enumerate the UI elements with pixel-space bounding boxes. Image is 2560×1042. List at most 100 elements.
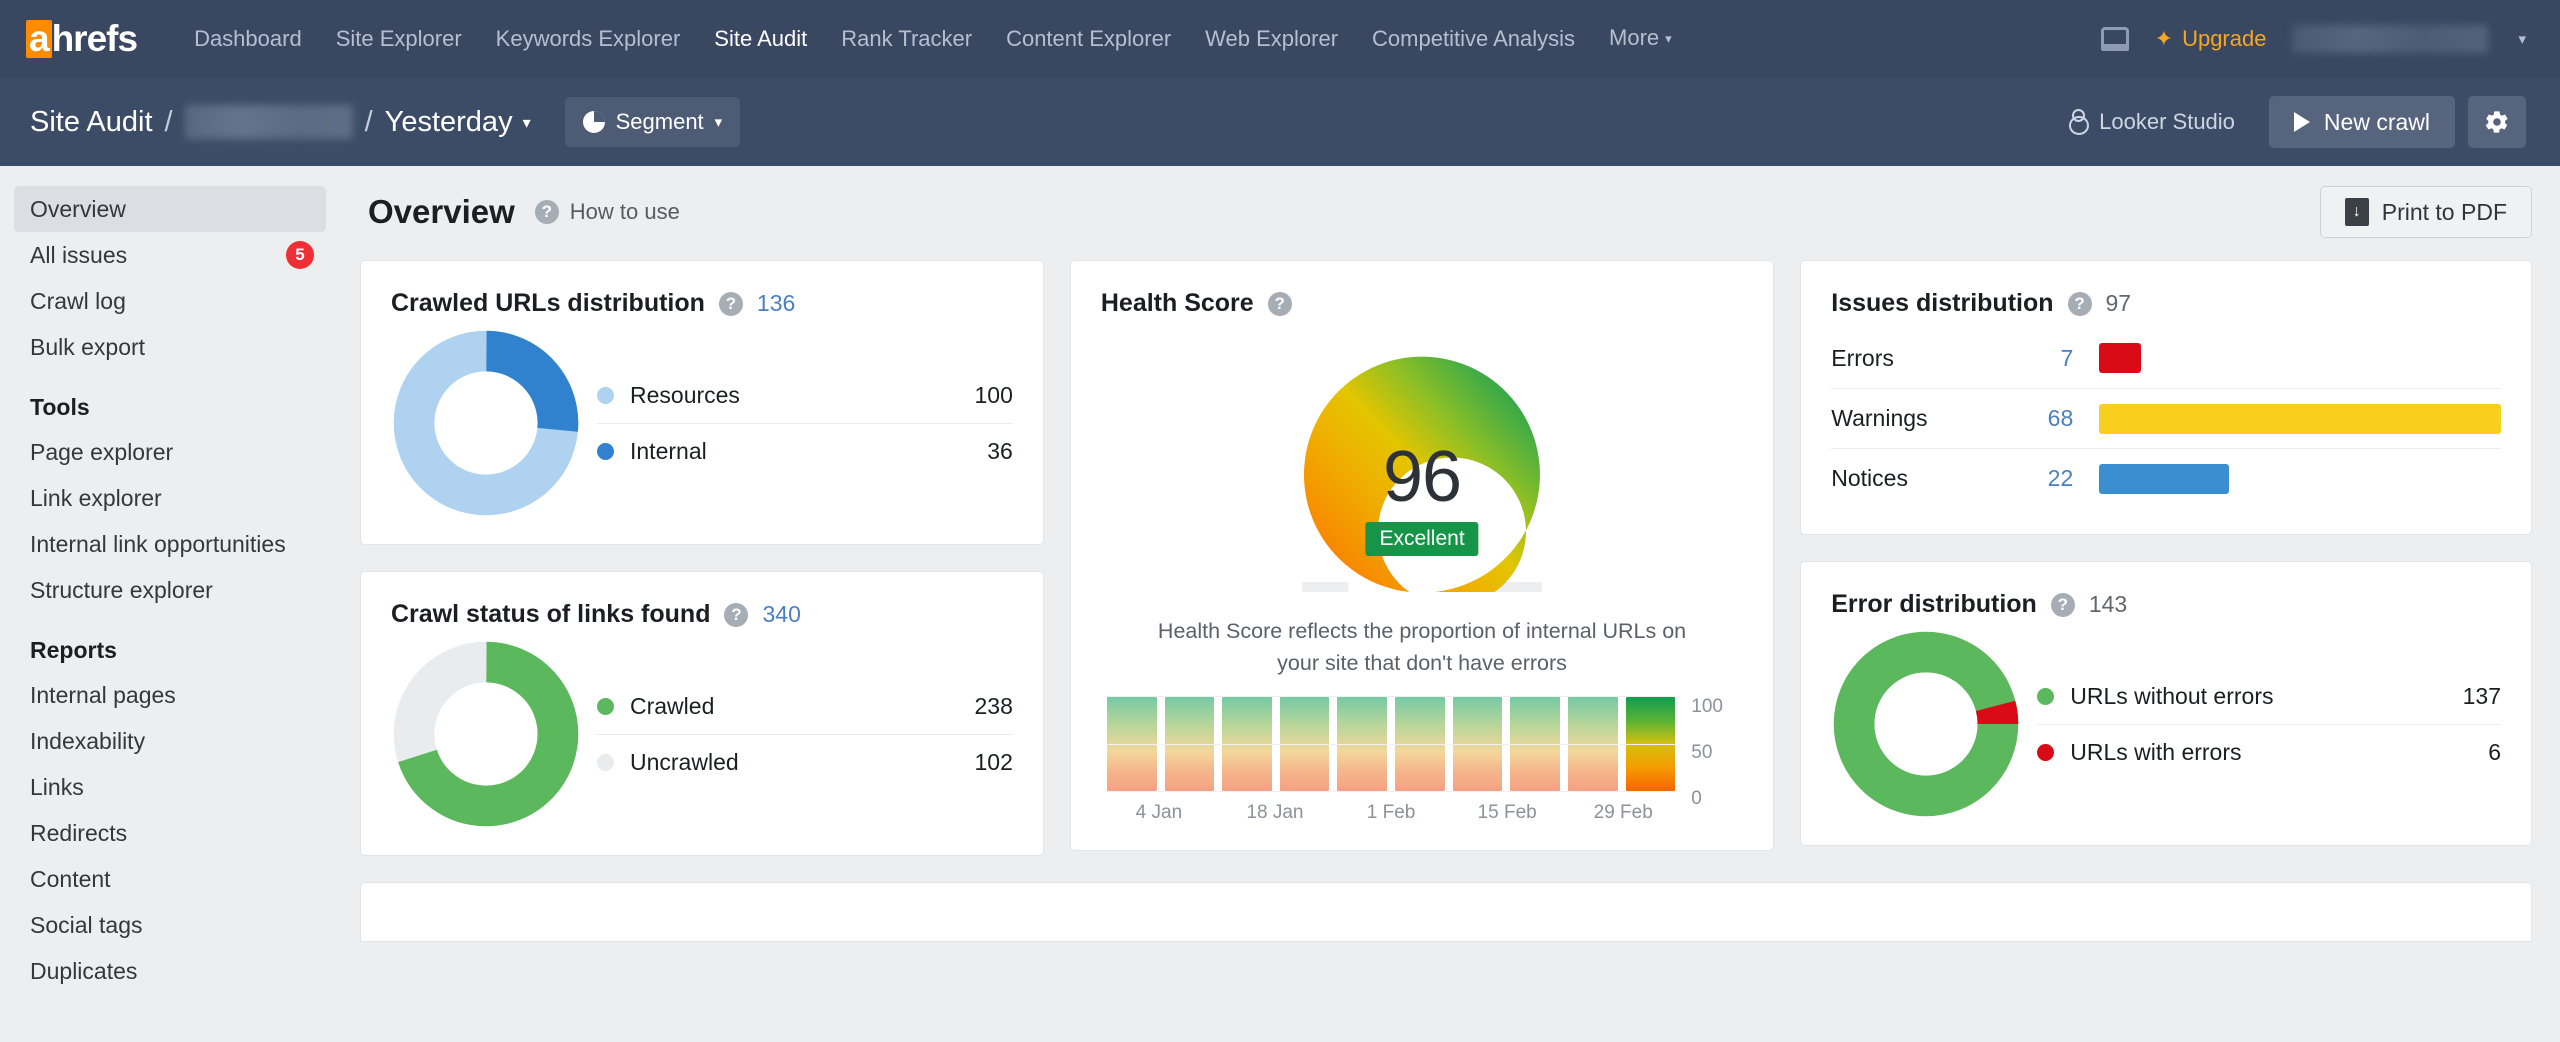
nav-link-dashboard[interactable]: Dashboard [177, 0, 319, 78]
issue-bar-track [2099, 463, 2501, 494]
main-header-row: Overview ? How to use ↓ Print to PDF [360, 186, 2532, 238]
date-label: Yesterday [384, 105, 513, 138]
sidebar-item-page-explorer[interactable]: Page explorer [0, 429, 340, 475]
health-score-value: 96 [1383, 437, 1462, 517]
history-bar[interactable] [1452, 696, 1503, 791]
help-icon[interactable]: ? [2067, 291, 2092, 316]
card-total-count: 97 [2105, 290, 2132, 316]
help-icon[interactable]: ? [2050, 592, 2075, 617]
nav-link-keywords-explorer[interactable]: Keywords Explorer [479, 0, 698, 78]
help-icon[interactable]: ? [1267, 291, 1292, 316]
nav-link-site-explorer[interactable]: Site Explorer [319, 0, 479, 78]
history-bar[interactable] [1164, 696, 1215, 791]
issue-row: Errors 7 [1831, 328, 2501, 388]
print-to-pdf-button[interactable]: ↓ Print to PDF [2319, 186, 2532, 238]
logo-accent-letter: a [26, 20, 52, 59]
history-bar[interactable] [1106, 696, 1157, 791]
legend-value: 6 [2488, 739, 2501, 765]
nav-link-more[interactable]: More ▾ [1592, 0, 1689, 80]
issue-value[interactable]: 68 [2001, 405, 2074, 432]
history-bar[interactable] [1510, 696, 1560, 791]
sidebar-item-internal-pages[interactable]: Internal pages [0, 672, 340, 718]
upgrade-button[interactable]: ✦ Upgrade [2155, 26, 2267, 52]
how-to-use-label: How to use [569, 199, 680, 224]
sidebar-item-overview[interactable]: Overview [14, 186, 326, 232]
breadcrumb-root[interactable]: Site Audit [30, 106, 153, 139]
nav-link-competitive-analysis[interactable]: Competitive Analysis [1355, 0, 1592, 78]
issue-row: Warnings 68 [1831, 388, 2501, 448]
history-bar[interactable] [1279, 696, 1330, 791]
sidebar-item-links[interactable]: Links [0, 764, 340, 810]
card-total-count[interactable]: 340 [762, 601, 800, 628]
sidebar-item-all-issues[interactable]: All issues 5 [0, 232, 340, 278]
legend-color-swatch [2037, 744, 2055, 761]
sidebar-item-duplicates[interactable]: Duplicates [0, 948, 340, 994]
sidebar-item-redirects[interactable]: Redirects [0, 810, 340, 856]
nav-link-content-explorer[interactable]: Content Explorer [989, 0, 1188, 78]
sidebar-item-internal-link-opportunities[interactable]: Internal link opportunities [0, 521, 340, 567]
issue-value[interactable]: 22 [2001, 465, 2074, 492]
y-axis-tick: 100 [1691, 695, 1723, 717]
card-header: Crawled URLs distribution ? 136 [391, 289, 1013, 318]
screen-icon[interactable] [2100, 27, 2129, 51]
legend-item: URLs with errors 6 [2037, 724, 2501, 780]
history-bar[interactable] [1567, 696, 1618, 791]
help-icon[interactable]: ? [718, 291, 743, 316]
sidebar-item-structure-explorer[interactable]: Structure explorer [0, 567, 340, 613]
sidebar-heading-tools: Tools [30, 394, 90, 420]
card-header: Error distribution ? 143 [1831, 590, 2501, 619]
ahrefs-logo[interactable]: a hrefs [26, 18, 138, 60]
looker-studio-button[interactable]: Looker Studio [2069, 109, 2235, 135]
card-title: Error distribution [1831, 590, 2037, 618]
donut-and-legend: Resources 100 Internal 36 [391, 328, 1013, 518]
breadcrumb-project-redacted[interactable] [184, 105, 353, 139]
help-icon[interactable]: ? [724, 602, 749, 627]
segment-button[interactable]: Segment ▾ [564, 97, 741, 147]
new-crawl-button[interactable]: New crawl [2268, 96, 2455, 148]
history-bar[interactable] [1222, 696, 1272, 791]
nav-link-rank-tracker[interactable]: Rank Tracker [824, 0, 989, 78]
chevron-down-icon[interactable]: ▾ [2518, 30, 2526, 48]
nav-link-site-audit[interactable]: Site Audit [697, 0, 824, 78]
history-bar[interactable] [1625, 696, 1676, 791]
new-crawl-label: New crawl [2323, 108, 2430, 135]
account-name-redacted[interactable] [2292, 25, 2489, 53]
issue-bar[interactable] [2099, 343, 2141, 373]
issue-label: Notices [1831, 465, 1908, 491]
settings-button[interactable] [2468, 96, 2526, 148]
donut-and-legend: Crawled 238 Uncrawled 102 [391, 639, 1013, 829]
issue-value[interactable]: 7 [2001, 345, 2073, 372]
date-selector[interactable]: Yesterday ▾ [385, 106, 531, 139]
nav-link-web-explorer[interactable]: Web Explorer [1188, 0, 1355, 78]
sidebar-item-link-explorer[interactable]: Link explorer [0, 475, 340, 521]
sidebar-item-bulk-export[interactable]: Bulk export [0, 324, 340, 370]
sidebar-item-crawl-log[interactable]: Crawl log [0, 278, 340, 324]
sidebar-item-label: Content [30, 865, 111, 892]
sidebar-item-indexability[interactable]: Indexability [0, 718, 340, 764]
history-bar[interactable] [1337, 696, 1388, 791]
card-total-count[interactable]: 136 [757, 290, 795, 317]
sidebar-item-label: Duplicates [30, 957, 138, 984]
legend-value: 238 [974, 692, 1013, 719]
upgrade-label: Upgrade [2182, 26, 2267, 51]
y-axis-tick: 0 [1691, 787, 1702, 809]
y-axis-tick: 50 [1691, 741, 1713, 763]
legend: Crawled 238 Uncrawled 102 [597, 678, 1013, 790]
crawled-urls-donut-chart [393, 330, 579, 516]
issues-distribution-card: Issues distribution ? 97 Errors 7 Warnings… [1800, 260, 2532, 535]
sidebar-item-content[interactable]: Content [0, 856, 340, 902]
issue-bar[interactable] [2099, 463, 2230, 494]
card-title: Issues distribution [1831, 289, 2054, 317]
sidebar-item-social-tags[interactable]: Social tags [0, 902, 340, 948]
breadcrumb: Site Audit / / Yesterday ▾ [30, 105, 531, 139]
history-bar[interactable] [1395, 696, 1445, 791]
crawl-status-of-links-card: Crawl status of links found ? 340 Crawle… [360, 571, 1044, 856]
legend-value: 36 [987, 438, 1013, 464]
looker-studio-icon [2069, 109, 2090, 135]
legend-item: Uncrawled 102 [597, 734, 1013, 790]
issue-bar[interactable] [2099, 403, 2501, 434]
health-score-description: Health Score reflects the proportion of … [1157, 619, 1687, 676]
legend: URLs without errors 137 URLs with errors… [2037, 668, 2501, 780]
how-to-use-link[interactable]: ? How to use [534, 199, 680, 225]
x-axis-tick: 4 Jan [1135, 801, 1183, 823]
